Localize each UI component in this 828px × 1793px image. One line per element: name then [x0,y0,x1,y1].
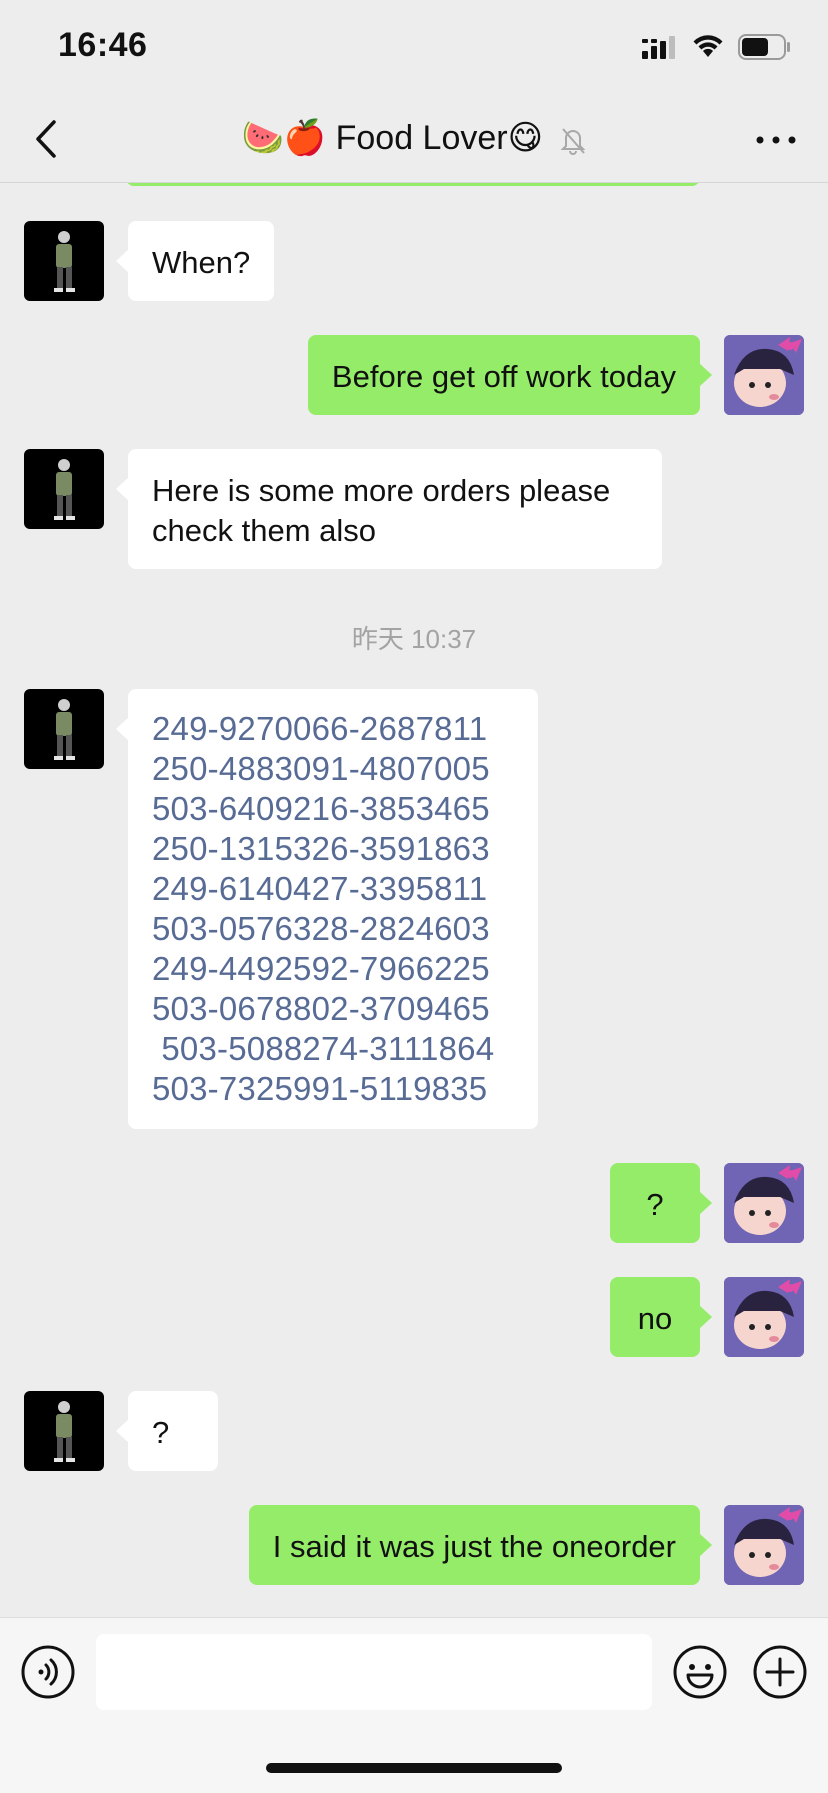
contact-avatar[interactable] [24,1391,104,1471]
person-figure-icon [54,699,75,760]
cartoon-girl-icon [724,1277,804,1357]
message-line: Here is some more orders please [152,473,611,508]
message-input[interactable] [96,1634,652,1710]
outgoing-message[interactable]: no [610,1277,712,1357]
bell-muted-icon [560,128,585,155]
outgoing-message[interactable]: I said it was just the oneorder [248,1505,713,1585]
status-bar: 16:46 [0,0,828,100]
emoji-button[interactable] [672,1644,728,1700]
title-emoji: 🍉🍎 [241,119,327,157]
order-number-link[interactable]: 249-6140427-3395811 [152,869,514,909]
status-icons [642,34,792,60]
cartoon-girl-icon [724,1163,804,1243]
contact-avatar[interactable] [24,221,104,301]
battery-icon [738,34,790,60]
outgoing-message[interactable]: ? [610,1163,712,1243]
voice-icon [21,1645,75,1699]
order-number-link[interactable]: 249-9270066-2687811 [152,709,514,749]
emoji-icon [673,1645,727,1699]
contact-avatar[interactable] [24,689,104,769]
outgoing-message[interactable]: Before get off work today [307,335,713,415]
more-button[interactable] [754,120,798,160]
title-text: Food Lover [335,119,508,157]
wifi-icon [693,35,723,57]
my-avatar[interactable] [724,335,804,415]
cartoon-girl-icon [724,1505,804,1585]
plus-icon [753,1645,807,1699]
order-number-link[interactable]: 503-6409216-3853465 [152,789,514,829]
my-avatar[interactable] [724,1505,804,1585]
message-text: ? [152,1415,170,1450]
order-number-link[interactable]: 250-1315326-3591863 [152,829,514,869]
status-time: 16:46 [58,26,148,64]
order-number-link[interactable]: 503-7325991-5119835 [152,1069,514,1109]
more-dots-icon [756,136,796,144]
person-figure-icon [54,1401,75,1462]
incoming-message[interactable]: Here is some more orders please check th… [116,449,662,569]
incoming-order-list-message[interactable]: 249-9270066-2687811 250-4883091-4807005 … [116,689,538,1129]
incoming-message[interactable]: When? [115,221,275,301]
home-indicator [266,1763,562,1773]
message-text: no [637,1301,673,1336]
chat-title: 🍉🍎 Food Lover😋 [0,118,828,158]
incoming-message[interactable]: ? [116,1391,218,1471]
order-number-link[interactable]: 250-4883091-4807005 [152,749,514,789]
timestamp-divider: 昨天 10:37 [351,624,477,654]
voice-button[interactable] [20,1644,76,1700]
cartoon-girl-icon [724,335,804,415]
message-line: check them also [152,513,376,548]
message-text: I said it was just the oneorder [272,1529,676,1564]
person-figure-icon [54,231,75,292]
cellular-signal-icon [642,36,675,59]
order-number-link[interactable]: 249-4492592-7966225 [152,949,514,989]
order-number-link[interactable]: 503-5088274-3111864 [152,1029,514,1069]
message-text: When? [152,245,251,280]
message-list[interactable]: When? Before get off work today Here is … [0,183,828,1617]
input-bar [0,1617,828,1793]
more-functions-button[interactable] [752,1644,808,1700]
contact-avatar[interactable] [24,449,104,529]
message-text: Before get off work today [331,359,676,394]
message-text: ? [646,1187,664,1222]
order-number-link[interactable]: 503-0576328-2824603 [152,909,514,949]
order-number-link[interactable]: 503-0678802-3709465 [152,989,514,1029]
title-suffix-emoji: 😋 [507,119,544,157]
person-figure-icon [54,459,75,520]
chat-header: 🍉🍎 Food Lover😋 [0,96,828,183]
my-avatar[interactable] [724,1163,804,1243]
previous-message-fragment [126,183,700,186]
my-avatar[interactable] [724,1277,804,1357]
